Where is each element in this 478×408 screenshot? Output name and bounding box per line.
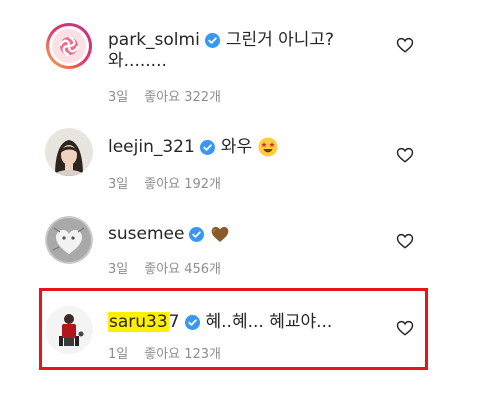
comment-username[interactable]: saru337 [108,312,180,332]
like-heart-icon[interactable] [396,232,414,250]
comment-text: 와우 [220,137,253,157]
like-heart-icon[interactable] [396,319,414,337]
verified-badge-icon [204,32,220,48]
avatar[interactable] [45,22,93,70]
comment-likes[interactable]: 좋아요 456개 [144,262,221,277]
comment-meta: 3일 좋아요 192개 [108,177,221,193]
comment-time: 3일 [108,177,129,192]
comment-text: 그린거 아니고? [225,30,335,50]
star-struck-face-emoji-icon [258,137,278,157]
comment-username[interactable]: susemee [108,224,184,244]
comment-time: 3일 [108,90,129,105]
comment-meta: 3일 좋아요 456개 [108,262,221,278]
comment-time: 1일 [108,347,129,362]
comment-meta: 3일 좋아요 322개 [108,90,221,106]
brown-heart-emoji-icon [210,224,230,244]
comment-likes[interactable]: 좋아요 123개 [144,347,221,362]
username-highlight: saru33 [108,312,169,332]
verified-badge-icon [189,226,205,242]
verified-badge-icon [199,139,215,155]
comment-time: 3일 [108,262,129,277]
avatar[interactable] [45,128,93,176]
avatar[interactable] [45,216,93,264]
like-heart-icon[interactable] [396,146,414,164]
comment-meta: 1일 좋아요 123개 [108,347,221,363]
comment-username[interactable]: park_solmi [108,30,200,50]
username-rest: 7 [168,312,180,332]
comment-likes[interactable]: 좋아요 322개 [144,90,221,105]
comment-text: 혜..혜... 혜교야... [205,312,333,332]
like-heart-icon[interactable] [396,36,414,54]
avatar[interactable] [45,306,93,354]
verified-badge-icon [184,314,200,330]
comment-text-continued: 와........ [108,51,167,71]
comment-username[interactable]: leejin_321 [108,137,195,157]
comment-likes[interactable]: 좋아요 192개 [144,177,221,192]
